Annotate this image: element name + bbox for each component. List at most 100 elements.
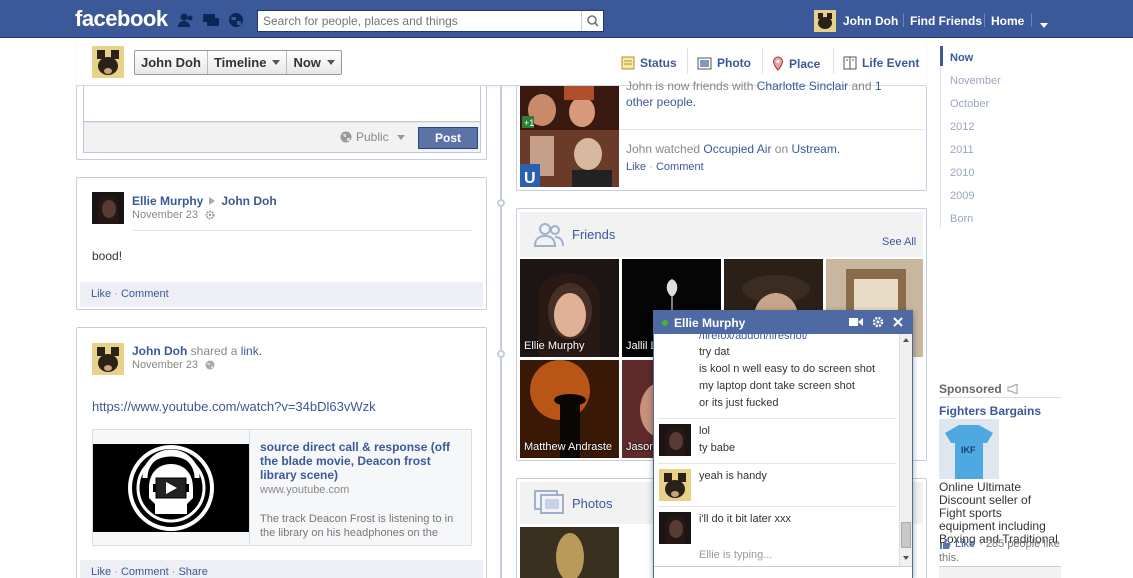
ad-like-link[interactable]: Like <box>955 538 975 550</box>
target-name[interactable]: John Doh <box>221 194 276 208</box>
author-avatar[interactable] <box>92 192 124 224</box>
scrubber-november[interactable]: November <box>950 75 1001 87</box>
shared-url[interactable]: https://www.youtube.com/watch?v=34bDl63v… <box>92 399 376 414</box>
profile-link[interactable]: John Doh <box>843 14 898 28</box>
post-date[interactable]: November 23 <box>132 359 198 371</box>
others-link[interactable]: other people. <box>626 95 696 109</box>
chat-avatar[interactable] <box>659 512 691 544</box>
divider <box>833 48 834 74</box>
chat-scrollbar[interactable] <box>899 334 912 566</box>
chat-input[interactable] <box>654 566 912 578</box>
friend-tile[interactable]: Matthew Andraste <box>520 360 619 458</box>
author-name[interactable]: Ellie Murphy <box>132 194 203 208</box>
like-link[interactable]: Like <box>91 288 111 300</box>
home-link[interactable]: Home <box>991 14 1024 28</box>
friendship-story: John is now friends with Charlotte Sincl… <box>626 78 921 110</box>
like-link[interactable]: Like <box>626 161 646 173</box>
scrollbar-thumb[interactable] <box>901 522 911 548</box>
nav-divider <box>903 13 904 27</box>
status-tab[interactable]: Status <box>621 56 677 70</box>
friends-title[interactable]: Friends <box>572 227 615 242</box>
scrubber-2009[interactable]: 2009 <box>950 190 974 202</box>
composer-footer: Public Post <box>83 122 481 153</box>
spine-marker <box>497 350 505 358</box>
divider <box>939 397 1061 398</box>
friend-requests-icon[interactable] <box>177 12 195 28</box>
show-link[interactable]: Occupied Air <box>703 142 771 156</box>
video-call-icon[interactable] <box>849 317 863 327</box>
user-avatar[interactable] <box>814 10 836 32</box>
author-avatar[interactable] <box>92 343 124 375</box>
scrubber-now[interactable]: Now <box>950 52 973 64</box>
chat-contact-name[interactable]: Ellie Murphy <box>674 316 745 330</box>
divider <box>132 230 472 231</box>
friends-collage-thumbnail[interactable]: +1 <box>520 86 619 130</box>
chat-sidebar-tab[interactable] <box>939 566 1061 578</box>
find-friends-link[interactable]: Find Friends <box>910 14 982 28</box>
post-header: Ellie Murphy John Doh <box>132 194 277 208</box>
author-name[interactable]: John Doh <box>132 344 187 358</box>
scrubber-born[interactable]: Born <box>950 213 973 225</box>
place-tab[interactable]: Place <box>772 56 820 71</box>
video-thumbnail[interactable] <box>93 444 249 532</box>
friend-tile[interactable]: Ellie Murphy <box>520 259 619 357</box>
post-date[interactable]: November 23 <box>132 209 198 221</box>
others-count-link[interactable]: 1 <box>875 79 882 93</box>
search-box[interactable] <box>257 10 604 32</box>
profile-thumbnail[interactable] <box>92 46 124 78</box>
composer-box: Public Post <box>76 86 487 160</box>
link-title[interactable]: source direct call & response (off the b… <box>260 440 460 482</box>
photos-title[interactable]: Photos <box>572 496 612 511</box>
link-domain: www.youtube.com <box>260 484 350 496</box>
scrubber-2012[interactable]: 2012 <box>950 121 974 133</box>
privacy-selector[interactable]: Public <box>340 130 405 144</box>
chat-avatar[interactable] <box>659 469 691 501</box>
link-preview[interactable]: source direct call & response (off the b… <box>92 429 472 546</box>
timeline-breadcrumb: John Doh Timeline Now <box>134 50 342 75</box>
scrubber-2011[interactable]: 2011 <box>950 144 974 156</box>
comment-link[interactable]: Comment <box>121 288 169 300</box>
dot-separator: · <box>171 566 176 578</box>
account-menu-button[interactable] <box>1040 17 1048 31</box>
link-word[interactable]: link. <box>241 344 262 358</box>
see-all-link[interactable]: See All <box>882 236 916 248</box>
post-button[interactable]: Post <box>418 127 478 149</box>
crumb-timeline[interactable]: Timeline <box>208 51 288 74</box>
scrubber-october[interactable]: October <box>950 98 989 110</box>
chat-avatar[interactable] <box>659 424 691 456</box>
ad-title[interactable]: Fighters Bargains <box>939 404 1041 418</box>
chat-header[interactable]: Ellie Murphy <box>654 311 912 334</box>
place-label: Place <box>789 56 821 71</box>
photo-tab[interactable]: Photo <box>697 56 751 70</box>
crumb-name[interactable]: John Doh <box>135 51 208 74</box>
search-button[interactable] <box>581 11 603 31</box>
close-icon[interactable] <box>893 317 903 327</box>
life-event-tab[interactable]: Life Event <box>843 56 919 70</box>
link-description: The track Deacon Frost is listening to i… <box>260 513 454 539</box>
chat-message-line: i'll do it bit later xxx <box>699 513 791 525</box>
ustream-link[interactable]: Ustream. <box>792 142 841 156</box>
notifications-globe-icon[interactable] <box>227 12 245 28</box>
gear-icon[interactable] <box>872 316 884 328</box>
comment-link[interactable]: Comment <box>656 161 704 173</box>
scroll-up-icon[interactable] <box>903 338 909 342</box>
friend-name: Jason <box>626 441 656 453</box>
ad-image[interactable]: IKF <box>939 419 999 479</box>
like-link[interactable]: Like <box>91 566 111 578</box>
scrubber-line <box>940 66 941 228</box>
chat-message-line: yeah is handy <box>699 470 767 482</box>
composer-textarea[interactable] <box>83 86 481 122</box>
svg-text:+1: +1 <box>524 118 534 128</box>
share-link[interactable]: Share <box>178 566 207 578</box>
messages-icon[interactable] <box>202 12 220 28</box>
scroll-down-icon[interactable] <box>903 556 909 560</box>
comment-link[interactable]: Comment <box>121 566 169 578</box>
facebook-logo[interactable]: facebook <box>75 6 168 32</box>
ustream-thumbnail[interactable]: U <box>520 130 619 187</box>
friend-link[interactable]: Charlotte Sinclair <box>757 79 848 93</box>
scrubber-2010[interactable]: 2010 <box>950 167 974 179</box>
search-input[interactable] <box>258 11 578 31</box>
friend-name: Matthew Andraste <box>524 441 613 453</box>
crumb-now[interactable]: Now <box>287 51 340 74</box>
photo-thumbnail[interactable] <box>520 527 619 578</box>
